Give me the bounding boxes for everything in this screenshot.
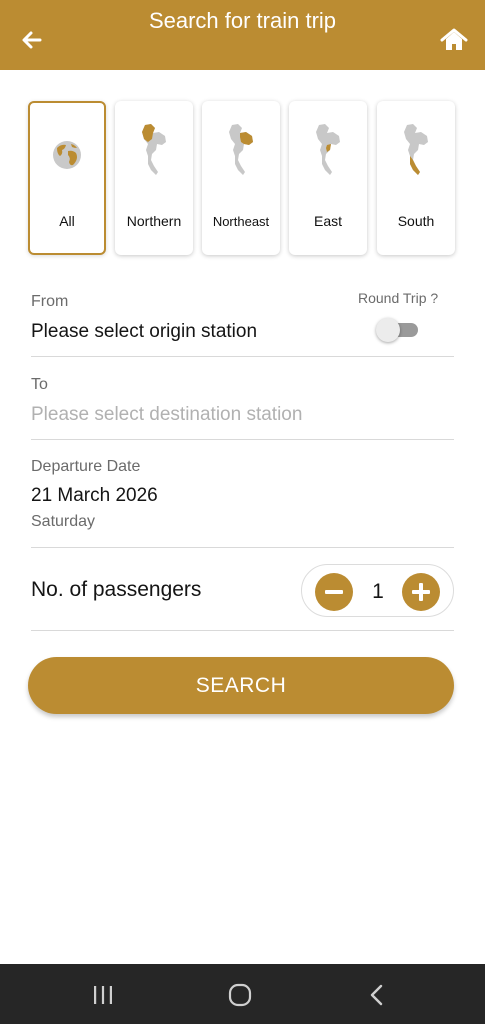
system-home-button[interactable]	[226, 982, 254, 1008]
passenger-stepper: 1	[301, 564, 454, 617]
thailand-east-map-icon	[316, 124, 340, 175]
thailand-south-map-icon	[404, 124, 428, 175]
divider	[31, 439, 454, 440]
destination-station-field[interactable]: Please select destination station	[31, 404, 302, 426]
region-card-all[interactable]: All	[28, 101, 106, 255]
system-navigation-bar	[0, 964, 485, 1024]
page-title: Search for train trip	[148, 8, 337, 33]
minus-icon	[325, 590, 343, 594]
region-label: Northeast	[212, 214, 270, 229]
round-trip-toggle[interactable]	[376, 318, 418, 342]
region-card-east[interactable]: East	[289, 101, 367, 255]
home-circle-icon	[228, 983, 252, 1007]
globe-icon	[53, 141, 81, 169]
passenger-count: 1	[372, 580, 384, 603]
decrease-passengers-button[interactable]	[315, 573, 353, 611]
divider	[31, 547, 454, 548]
region-label: Northern	[126, 213, 182, 229]
divider	[31, 356, 454, 357]
round-trip-label: Round Trip ?	[358, 290, 439, 306]
region-card-northern[interactable]: Northern	[115, 101, 193, 255]
recent-apps-button[interactable]	[89, 982, 117, 1008]
toggle-knob	[376, 318, 400, 342]
app-header: Search for train trip	[0, 0, 485, 70]
region-card-northeast[interactable]: Northeast	[202, 101, 280, 255]
passengers-label: No. of passengers	[31, 578, 202, 601]
divider	[31, 630, 454, 631]
thailand-north-map-icon	[142, 124, 166, 175]
home-button[interactable]	[439, 26, 469, 54]
increase-passengers-button[interactable]	[402, 573, 440, 611]
region-label: East	[313, 213, 342, 229]
back-chevron-icon	[370, 984, 383, 1006]
region-label: All	[59, 213, 75, 229]
departure-date-field[interactable]: 21 March 2026	[31, 485, 158, 507]
from-label: From	[31, 293, 69, 310]
recent-apps-icon	[94, 986, 112, 1004]
departure-date-label: Departure Date	[31, 458, 141, 475]
region-card-south[interactable]: South	[377, 101, 455, 255]
thailand-northeast-map-icon	[229, 124, 253, 175]
region-label: South	[397, 213, 435, 229]
home-icon	[440, 28, 468, 50]
to-label: To	[31, 376, 48, 393]
departure-weekday: Saturday	[31, 513, 96, 530]
search-button[interactable]: SEARCH	[28, 657, 454, 714]
system-back-button[interactable]	[364, 982, 392, 1008]
origin-station-field[interactable]: Please select origin station	[31, 321, 257, 343]
